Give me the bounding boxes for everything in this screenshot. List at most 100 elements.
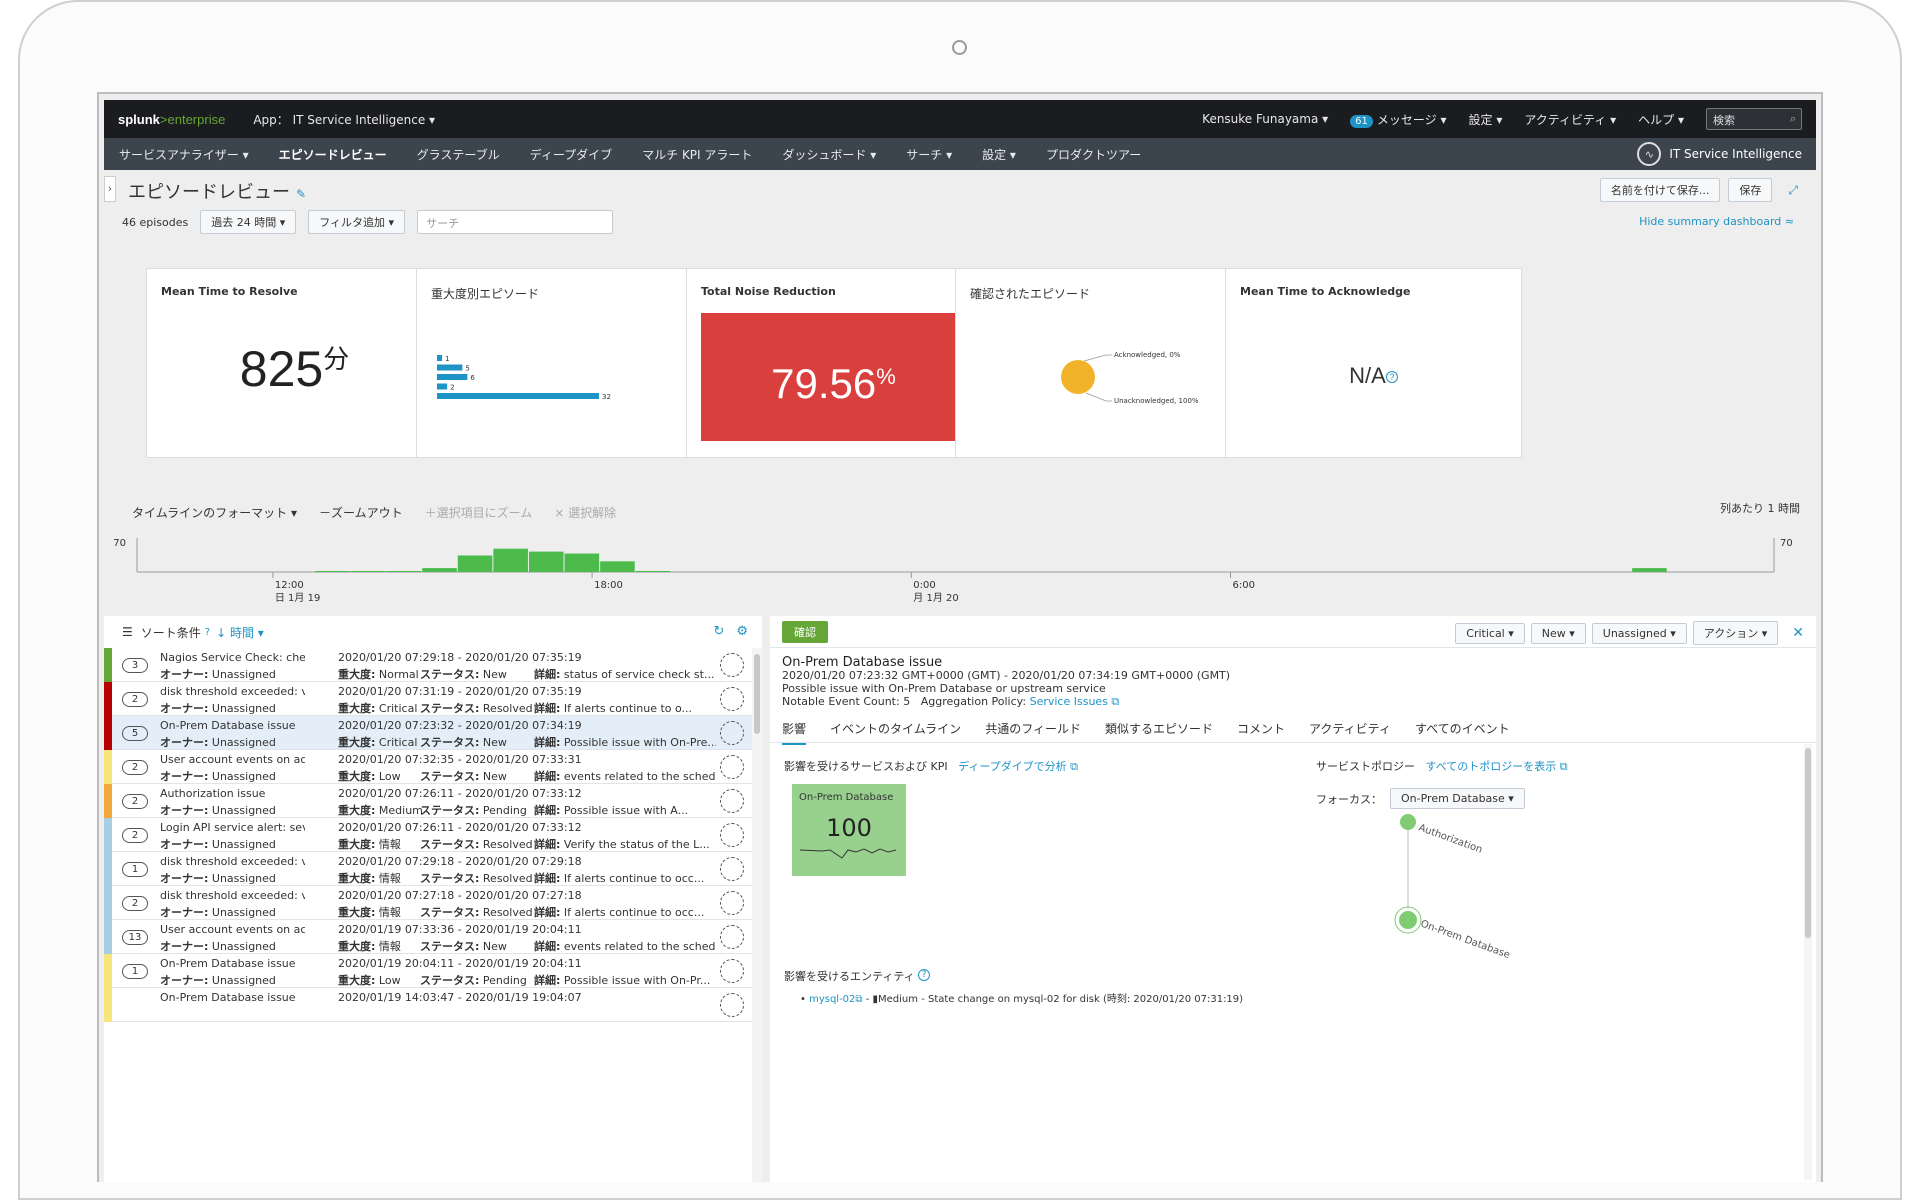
- refresh-icon[interactable]: ↻: [713, 624, 724, 639]
- itsi-pulse-icon: ∿: [1637, 142, 1662, 166]
- help-icon[interactable]: ?: [1385, 371, 1398, 383]
- gear-icon[interactable]: ⚙: [736, 624, 748, 639]
- detail-scrollbar[interactable]: [1804, 744, 1812, 1180]
- splunk-logo[interactable]: splunk>enterprise: [118, 112, 225, 127]
- zoom-out-button[interactable]: －ズームアウト: [319, 504, 403, 521]
- episode-owner: オーナー: Unassigned: [160, 804, 276, 817]
- episode-progress-circle-icon[interactable]: [720, 959, 744, 983]
- episode-search-input[interactable]: サーチ: [417, 210, 614, 234]
- episode-progress-circle-icon[interactable]: [720, 755, 744, 779]
- nav-episode-review[interactable]: エピソードレビュー: [279, 146, 387, 163]
- acknowledge-button[interactable]: 確認: [782, 621, 828, 643]
- episode-row[interactable]: 2 Login API service alert: sever... 2020/0…: [104, 818, 762, 852]
- nav-service-analyzer[interactable]: サービスアナライザー ▾: [119, 146, 249, 163]
- nav-search[interactable]: サーチ ▾: [906, 146, 952, 163]
- episode-row[interactable]: 3 Nagios Service Check: chec... 2020/01/20…: [104, 648, 762, 682]
- episode-progress-circle-icon[interactable]: [720, 823, 744, 847]
- episode-row[interactable]: 5 On-Prem Database issue 2020/01/20 07:23:…: [104, 716, 762, 750]
- page-title: エピソードレビュー ✎: [128, 182, 307, 203]
- episode-time: 2020/01/19 20:04:11 - 2020/01/19 20:04:1…: [338, 957, 582, 970]
- episode-progress-circle-icon[interactable]: [720, 857, 744, 881]
- episode-owner: オーナー: Unassigned: [160, 838, 276, 851]
- episode-progress-circle-icon[interactable]: [720, 789, 744, 813]
- focus-dropdown[interactable]: On-Prem Database ▾: [1390, 788, 1525, 809]
- timeline-bar: [1632, 568, 1667, 572]
- activity-menu[interactable]: アクティビティ ▾: [1524, 111, 1616, 128]
- time-range-picker[interactable]: 過去 24 時間 ▾: [200, 210, 297, 234]
- episode-detail: 詳細: events related to the schedul...: [534, 770, 716, 783]
- entity-link[interactable]: mysql-02: [809, 994, 855, 1005]
- add-filter-button[interactable]: フィルタ追加 ▾: [308, 210, 406, 234]
- severity-bar-label: 2: [450, 384, 454, 392]
- status-dropdown[interactable]: New ▾: [1530, 622, 1586, 644]
- episode-row[interactable]: 1 disk threshold exceeded: val... 2020/01/…: [104, 852, 762, 886]
- nav-dashboards[interactable]: ダッシュボード ▾: [782, 146, 876, 163]
- episode-severity: 重大度: 情報: [338, 940, 401, 953]
- kpi-tile[interactable]: On-Prem Database 100: [792, 784, 906, 876]
- save-button[interactable]: 保存: [1728, 178, 1773, 202]
- episode-row[interactable]: 2 disk threshold exceeded: val... 2020/01/…: [104, 886, 762, 920]
- topology-node-onprem-db: [1397, 909, 1419, 931]
- nav-configuration[interactable]: 設定 ▾: [982, 146, 1016, 163]
- episode-row[interactable]: 2 disk threshold exceeded: val... 2020/01/…: [104, 682, 762, 716]
- sort-help-icon[interactable]: ?: [205, 627, 210, 638]
- nav-deep-dives[interactable]: ディープダイブ: [530, 146, 612, 163]
- user-menu[interactable]: Kensuke Funayama ▾: [1202, 112, 1328, 126]
- episode-time: 2020/01/20 07:32:35 - 2020/01/20 07:33:3…: [338, 753, 582, 766]
- deselect-button[interactable]: × 選択解除: [554, 504, 616, 521]
- episode-list-scrollbar[interactable]: [752, 648, 762, 1182]
- episode-progress-circle-icon[interactable]: [720, 925, 744, 949]
- episode-row[interactable]: 2 User account events on acc... 2020/01/20…: [104, 750, 762, 784]
- close-icon[interactable]: ✕: [1792, 625, 1804, 641]
- topology-graph[interactable]: Authorization On-Prem Database: [1370, 808, 1670, 988]
- timeline-chart[interactable]: 707012:00日 1月 19202018:000:00月 1月 206:00: [104, 520, 1816, 606]
- episode-status: ステータス: New: [420, 736, 507, 749]
- save-as-button[interactable]: 名前を付けて保存...: [1599, 178, 1721, 202]
- timeline-format-menu[interactable]: タイムラインのフォーマット ▾: [132, 504, 297, 521]
- episode-progress-circle-icon[interactable]: [720, 721, 744, 745]
- episode-time: 2020/01/20 07:27:18 - 2020/01/20 07:27:1…: [338, 889, 582, 902]
- episode-row[interactable]: On-Prem Database issue 2020/01/19 14:03:4…: [104, 988, 762, 1022]
- episode-description: Possible issue with On-Prem Database or …: [782, 682, 1106, 695]
- episode-severity: 重大度: 情報: [338, 872, 401, 885]
- edit-pencil-icon[interactable]: ✎: [296, 187, 306, 201]
- nav-multi-kpi-alerts[interactable]: マルチ KPI アラート: [642, 146, 752, 163]
- sort-field-dropdown[interactable]: ↓ 時間 ▾: [216, 624, 264, 641]
- episode-row[interactable]: 2 Authorization issue 2020/01/20 07:26:11 …: [104, 784, 762, 818]
- severity-bar-label: 6: [470, 374, 475, 382]
- severity-bar: [104, 988, 112, 1022]
- ack-tile: 確認されたエピソード Acknowledged, 0% Unacknowledge…: [955, 268, 1252, 458]
- episode-title: On-Prem Database issue: [160, 719, 296, 732]
- noise-title: Total Noise Reduction: [701, 285, 836, 298]
- help-icon[interactable]: ?: [918, 969, 931, 981]
- episode-progress-circle-icon[interactable]: [720, 891, 744, 915]
- episode-title: On-Prem Database issue: [160, 991, 296, 1004]
- nav-product-tour[interactable]: プロダクトツアー: [1046, 146, 1141, 163]
- settings-menu[interactable]: 設定 ▾: [1469, 111, 1503, 128]
- external-link-icon[interactable]: ⤢: [1788, 183, 1798, 198]
- hide-summary-link[interactable]: Hide summary dashboard ≈: [1639, 215, 1794, 228]
- episode-progress-circle-icon[interactable]: [720, 993, 744, 1017]
- sidebar-toggle-chevron-icon[interactable]: ›: [104, 176, 116, 202]
- help-menu[interactable]: ヘルプ ▾: [1638, 111, 1684, 128]
- episode-progress-circle-icon[interactable]: [720, 687, 744, 711]
- episode-row[interactable]: 13 User account events on acc... 2020/01/1…: [104, 920, 762, 954]
- severity-dropdown[interactable]: Critical ▾: [1455, 622, 1525, 644]
- deep-dive-link[interactable]: ディープダイブで分析: [958, 760, 1067, 773]
- nav-glass-tables[interactable]: グラステーブル: [417, 146, 500, 163]
- global-search-input[interactable]: 検索 ⌕: [1706, 108, 1802, 130]
- episode-status: ステータス: New: [420, 668, 507, 681]
- zoom-selection-button[interactable]: ＋選択項目にズーム: [425, 504, 533, 521]
- actions-dropdown[interactable]: アクション ▾: [1692, 621, 1779, 645]
- app-menu[interactable]: App： IT Service Intelligence ▾: [253, 111, 435, 128]
- episode-row[interactable]: 1 On-Prem Database issue 2020/01/19 20:04:…: [104, 954, 762, 988]
- episode-progress-circle-icon[interactable]: [720, 653, 744, 677]
- episode-status: ステータス: New: [420, 770, 507, 783]
- messages-menu[interactable]: 61 メッセージ ▾: [1350, 111, 1447, 128]
- all-topology-link[interactable]: すべてのトポロジーを表示: [1426, 760, 1557, 773]
- owner-dropdown[interactable]: Unassigned ▾: [1591, 622, 1687, 644]
- timeline-tick-label: 12:00: [275, 580, 304, 591]
- episode-owner: オーナー: Unassigned: [160, 702, 276, 715]
- aggregation-policy-link[interactable]: Service Issues: [1030, 695, 1108, 708]
- episode-detail: 詳細: If alerts continue to o...: [534, 702, 693, 715]
